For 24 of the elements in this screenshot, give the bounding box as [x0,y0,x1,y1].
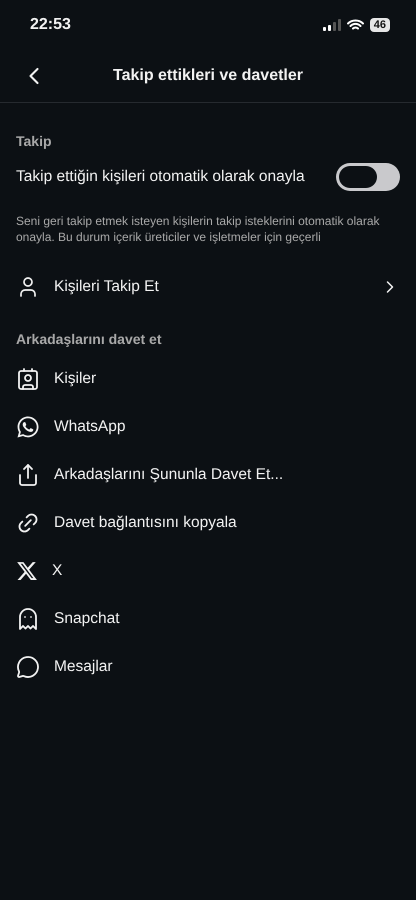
menu-item[interactable]: Kişiler [54,370,96,388]
menu-item[interactable]: Davet bağlantısını kopyala [54,514,237,532]
menu-item[interactable]: WhatsApp [54,418,126,436]
battery-indicator: 46 [370,18,390,32]
chat-bubble-icon [16,655,40,679]
share-icon [16,463,40,487]
x-logo-icon [16,560,38,582]
menu-item[interactable]: Kişileri Takip Et [54,278,159,296]
menu-item[interactable]: X [52,562,62,580]
menu-item[interactable]: Snapchat [54,610,120,628]
contact-card-icon [16,367,40,391]
toggle-switch[interactable] [336,163,400,191]
page-title: Takip ettikleri ve davetler [112,67,304,85]
phone-bubble-icon [16,415,40,439]
signal-icon [322,19,341,31]
menu-item[interactable]: Arkadaşlarını Şununla Davet Et... [54,466,284,484]
description-text: Seni geri takip etmek isteyen kişilerin takip isteklerini otomatik olarak onayla. Bu durum içerik üreticiler ve işletmeler için geçerli [16,213,380,245]
toggle-label: Takip ettiğin kişileri otomatik olarak onayla [16,168,305,186]
status-time: 22:53 [30,16,71,34]
wifi-icon [346,19,364,31]
section-title: Takip [15,133,53,149]
ghost-icon [16,607,40,631]
section-title: Arkadaşlarını davet et [15,331,163,347]
menu-item[interactable]: Mesajlar [54,658,113,676]
